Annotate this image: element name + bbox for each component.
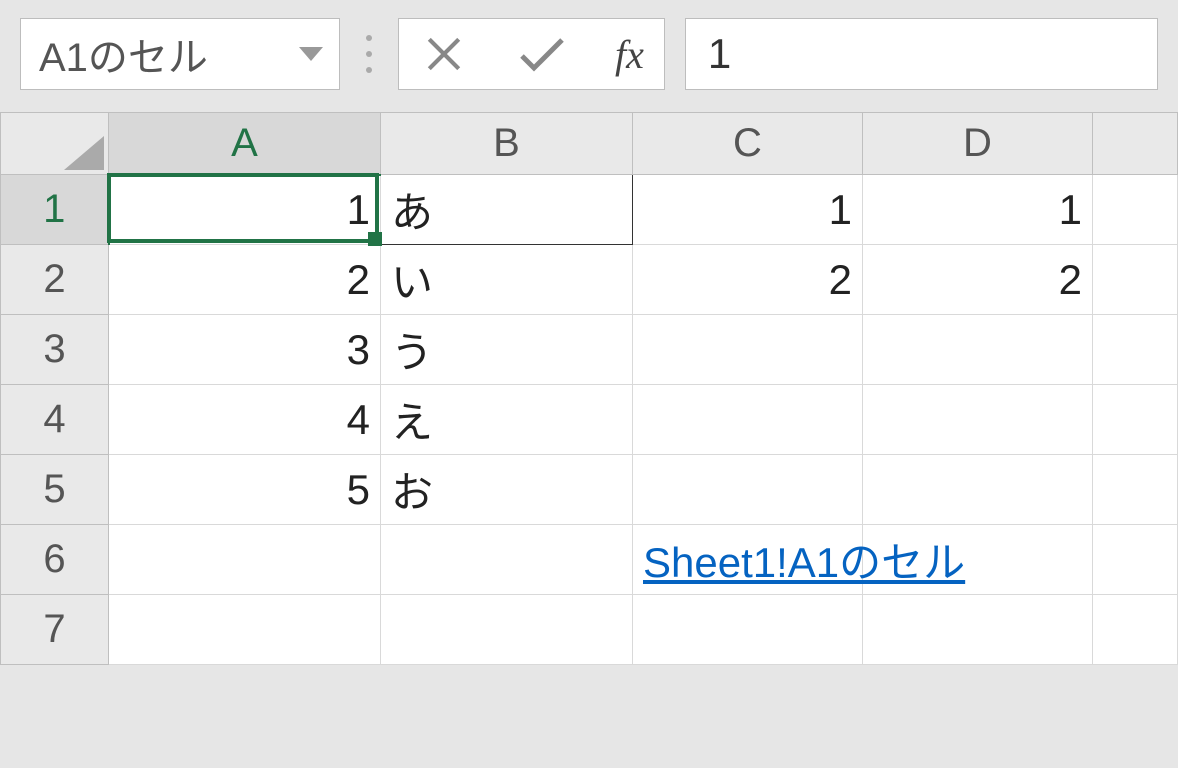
cell-extra-6[interactable] xyxy=(1093,525,1178,595)
divider-dots-icon xyxy=(366,35,372,73)
row-header-6[interactable]: 6 xyxy=(1,525,109,595)
cell-extra-1[interactable] xyxy=(1093,175,1178,245)
cell-D1[interactable]: 1 xyxy=(863,175,1093,245)
dropdown-arrow-icon[interactable] xyxy=(299,47,323,61)
row-header-1[interactable]: 1 xyxy=(1,175,109,245)
cell-C4[interactable] xyxy=(633,385,863,455)
cell-B7[interactable] xyxy=(381,595,633,665)
spreadsheet-grid: A B C D 11あ1122い2233う44え55お6Sheet1!A1のセル… xyxy=(0,112,1178,665)
formula-input[interactable]: 1 xyxy=(685,18,1158,90)
cell-extra-3[interactable] xyxy=(1093,315,1178,385)
select-all-corner[interactable] xyxy=(1,113,109,175)
cell-A6[interactable] xyxy=(109,525,381,595)
cell-extra-7[interactable] xyxy=(1093,595,1178,665)
name-box[interactable]: A1のセル xyxy=(20,18,340,90)
cell-B6[interactable] xyxy=(381,525,633,595)
cell-D7[interactable] xyxy=(863,595,1093,665)
formula-buttons: fx xyxy=(398,18,665,90)
cell-C5[interactable] xyxy=(633,455,863,525)
cell-B5[interactable]: お xyxy=(381,455,633,525)
fx-icon[interactable]: fx xyxy=(615,31,644,78)
formula-input-value: 1 xyxy=(708,30,731,78)
cell-B4[interactable]: え xyxy=(381,385,633,455)
cell-B1[interactable]: あ xyxy=(381,175,633,245)
row-header-3[interactable]: 3 xyxy=(1,315,109,385)
row-header-5[interactable]: 5 xyxy=(1,455,109,525)
column-header-c[interactable]: C xyxy=(633,113,863,175)
column-header-a[interactable]: A xyxy=(109,113,381,175)
cell-extra-5[interactable] xyxy=(1093,455,1178,525)
cell-D3[interactable] xyxy=(863,315,1093,385)
cell-C7[interactable] xyxy=(633,595,863,665)
name-box-text: A1のセル xyxy=(39,25,208,83)
cell-A5[interactable]: 5 xyxy=(109,455,381,525)
cell-A7[interactable] xyxy=(109,595,381,665)
cell-D4[interactable] xyxy=(863,385,1093,455)
cell-A4[interactable]: 4 xyxy=(109,385,381,455)
cell-D2[interactable]: 2 xyxy=(863,245,1093,315)
row-header-2[interactable]: 2 xyxy=(1,245,109,315)
row-header-7[interactable]: 7 xyxy=(1,595,109,665)
cell-A3[interactable]: 3 xyxy=(109,315,381,385)
cell-D5[interactable] xyxy=(863,455,1093,525)
cancel-icon[interactable] xyxy=(419,29,469,79)
cell-C3[interactable] xyxy=(633,315,863,385)
cell-D6[interactable] xyxy=(863,525,1093,595)
cell-A1[interactable]: 1 xyxy=(109,175,381,245)
column-header-extra[interactable] xyxy=(1093,113,1178,175)
cell-A2[interactable]: 2 xyxy=(109,245,381,315)
cell-C2[interactable]: 2 xyxy=(633,245,863,315)
cell-B2[interactable]: い xyxy=(381,245,633,315)
row-header-4[interactable]: 4 xyxy=(1,385,109,455)
enter-check-icon[interactable] xyxy=(517,29,567,79)
cell-C6[interactable]: Sheet1!A1のセル xyxy=(633,525,863,595)
formula-bar-area: A1のセル fx 1 xyxy=(0,0,1178,112)
cell-B3[interactable]: う xyxy=(381,315,633,385)
cell-extra-4[interactable] xyxy=(1093,385,1178,455)
cell-C1[interactable]: 1 xyxy=(633,175,863,245)
cell-extra-2[interactable] xyxy=(1093,245,1178,315)
column-header-b[interactable]: B xyxy=(381,113,633,175)
column-header-d[interactable]: D xyxy=(863,113,1093,175)
